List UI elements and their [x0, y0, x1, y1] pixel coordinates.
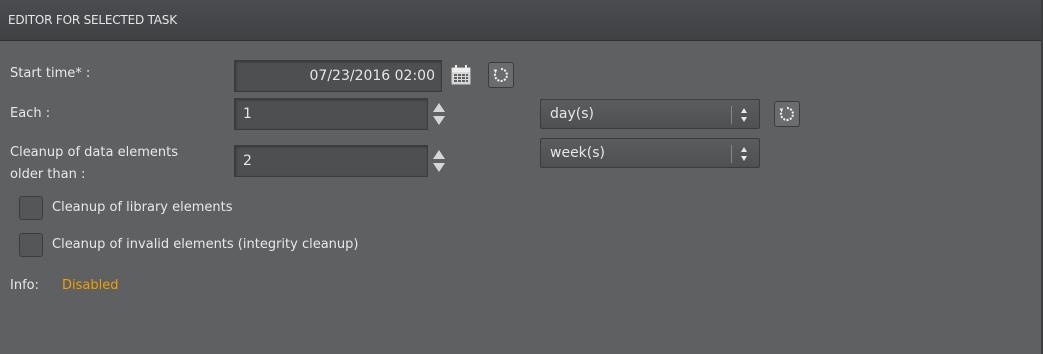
dropdown-arrows-icon — [739, 105, 749, 125]
cleanup-library-checkbox[interactable] — [19, 196, 43, 220]
task-editor-panel: EDITOR FOR SELECTED TASK Start time* : 0… — [0, 0, 1043, 354]
each-spinner-icon[interactable] — [432, 101, 446, 127]
cleanup-older-input[interactable]: 2 — [234, 145, 428, 177]
cleanup-invalid-label: Cleanup of invalid elements (integrity c… — [52, 237, 359, 252]
each-reset-button[interactable] — [774, 101, 800, 127]
each-unit-value: day(s) — [550, 106, 594, 122]
each-unit-select[interactable]: day(s) — [540, 99, 760, 129]
panel-header: EDITOR FOR SELECTED TASK — [0, 0, 1041, 41]
cleanup-older-label-line1: Cleanup of data elements — [10, 145, 178, 160]
each-input[interactable]: 1 — [234, 98, 428, 130]
cleanup-older-label-line2: older than : — [10, 167, 86, 182]
cleanup-older-unit-select[interactable]: week(s) — [540, 138, 760, 168]
each-label: Each : — [10, 106, 51, 121]
cleanup-older-spinner-icon[interactable] — [432, 148, 446, 174]
info-label: Info: — [10, 278, 39, 293]
cleanup-older-unit-value: week(s) — [550, 145, 606, 161]
panel-title: EDITOR FOR SELECTED TASK — [8, 13, 177, 27]
cleanup-invalid-checkbox[interactable] — [19, 233, 43, 257]
start-time-reset-button[interactable] — [488, 62, 514, 88]
calendar-icon[interactable] — [450, 64, 472, 86]
start-time-label: Start time* : — [10, 66, 91, 81]
dropdown-arrows-icon — [739, 144, 749, 164]
dropdown-separator — [731, 106, 732, 124]
info-status-value: Disabled — [62, 278, 119, 293]
cleanup-library-label: Cleanup of library elements — [52, 200, 233, 215]
start-time-input[interactable]: 07/23/2016 02:00 — [234, 60, 442, 92]
dropdown-separator — [731, 145, 732, 163]
